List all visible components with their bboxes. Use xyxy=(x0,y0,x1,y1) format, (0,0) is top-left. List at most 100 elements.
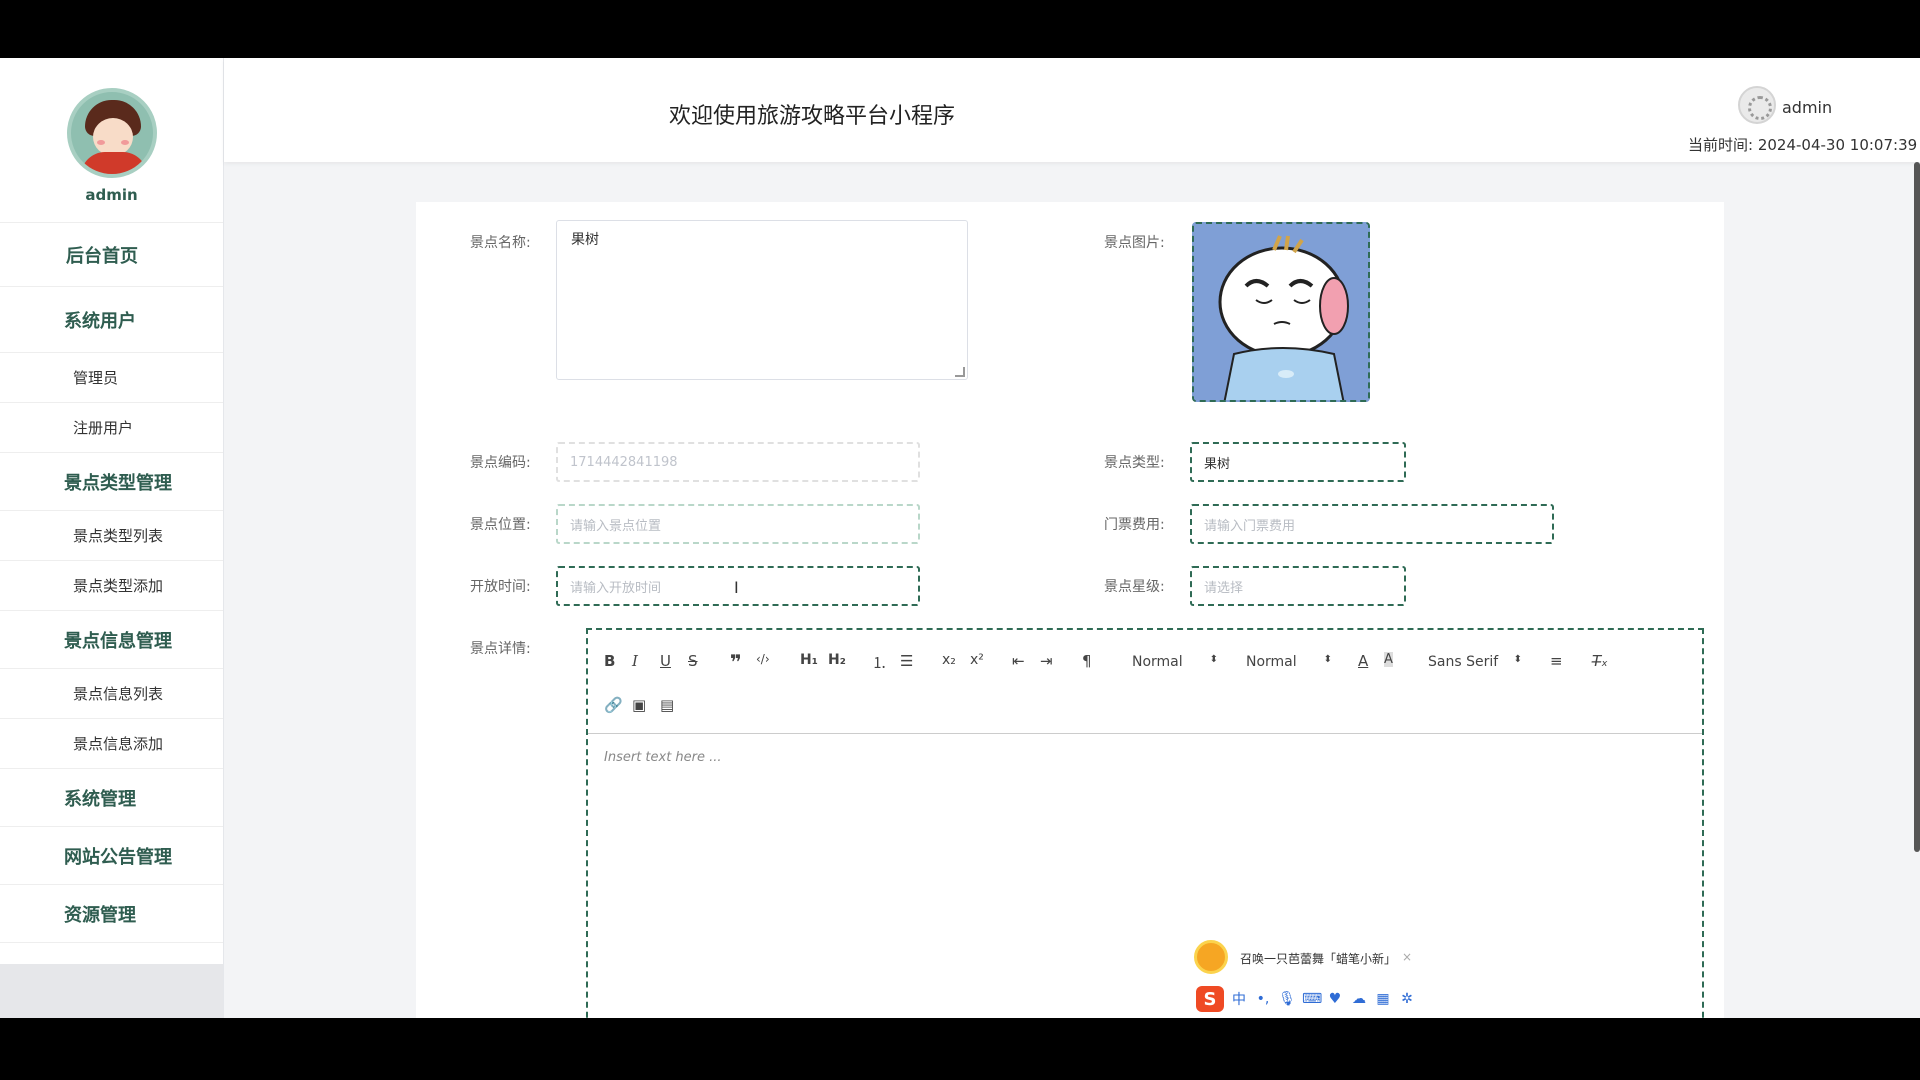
fee-placeholder: 请输入门票费用 xyxy=(1204,518,1296,534)
spot-image-upload[interactable] xyxy=(1192,222,1370,402)
ime-bubble[interactable]: 召唤一只芭蕾舞「蜡笔小新」 × xyxy=(1192,940,1412,974)
sidebar-footer xyxy=(0,964,223,1018)
sidebar-group-system-users[interactable]: 系统用户 xyxy=(0,287,223,353)
star-placeholder: 请选择 xyxy=(1204,580,1244,596)
time-value: 2024-04-30 10:07:39 xyxy=(1757,136,1918,154)
superscript-icon[interactable]: x² xyxy=(970,652,984,668)
sidebar-item-registered-users[interactable]: 注册用户 xyxy=(0,403,223,453)
font-select-value: Sans Serif xyxy=(1428,654,1499,670)
sidebar-item-admins[interactable]: 管理员 xyxy=(0,353,223,403)
opentime-placeholder: 请输入开放时间 xyxy=(570,580,662,596)
editor-toolbar: B I U S ❞ ‹/› H₁ H₂ ⒈ ☰ x₂ x² ⇤ ⇥ ¶ Norm… xyxy=(588,630,1702,734)
settings-icon[interactable]: ✲ xyxy=(1398,991,1416,1007)
page-scrollbar[interactable] xyxy=(1914,162,1920,852)
outdent-icon[interactable]: ⇤ xyxy=(1012,652,1025,670)
italic-icon[interactable]: I xyxy=(632,652,638,670)
user-avatar[interactable] xyxy=(1738,86,1776,124)
code-icon[interactable]: ‹/› xyxy=(756,652,770,666)
sidebar-item-spot-type-add[interactable]: 景点类型添加 xyxy=(0,561,223,611)
location-label: 景点位置: xyxy=(470,517,531,533)
clear-format-icon[interactable]: T̶ₓ xyxy=(1592,652,1608,670)
type-select[interactable]: 果树 xyxy=(1190,442,1406,482)
font-select[interactable]: Sans Serif ⬍ xyxy=(1428,654,1522,670)
sidebar-profile: admin xyxy=(0,58,223,223)
header-select-value: Normal xyxy=(1132,654,1183,670)
sidebar-item-spot-info-add[interactable]: 景点信息添加 xyxy=(0,719,223,769)
bold-icon[interactable]: B xyxy=(604,652,615,670)
underline-icon[interactable]: U xyxy=(660,652,671,670)
text-cursor-icon: Ι xyxy=(734,578,739,597)
cloud-icon[interactable]: ☁ xyxy=(1350,991,1368,1007)
keyboard-icon[interactable]: ⌨ xyxy=(1302,991,1322,1007)
header-select[interactable]: Normal ⬍ xyxy=(1132,654,1218,670)
time-label: 当前时间: xyxy=(1688,136,1754,154)
sidebar-item-spot-info-list[interactable]: 景点信息列表 xyxy=(0,669,223,719)
sidebar-group-spot-types[interactable]: 景点类型管理 xyxy=(0,453,223,511)
ime-mode-icon[interactable]: 中 xyxy=(1230,989,1248,1009)
align-icon[interactable]: ≡ xyxy=(1550,652,1563,670)
h2-icon[interactable]: H₂ xyxy=(828,652,846,668)
background-color-icon[interactable]: A xyxy=(1384,652,1393,667)
fee-label: 门票费用: xyxy=(1104,517,1165,533)
page-title: 欢迎使用旅游攻略平台小程序 xyxy=(669,104,956,129)
detail-label: 景点详情: xyxy=(470,641,531,657)
size-select-value: Normal xyxy=(1246,654,1297,670)
rich-text-editor[interactable]: B I U S ❞ ‹/› H₁ H₂ ⒈ ☰ x₂ x² ⇤ ⇥ ¶ Norm… xyxy=(586,628,1704,1018)
bottom-black-bar xyxy=(0,1018,1920,1080)
cartoon-image xyxy=(1194,224,1368,400)
fee-input[interactable]: 请输入门票费用 xyxy=(1190,504,1554,544)
editor-placeholder: Insert text here ... xyxy=(604,750,722,765)
ime-bubble-text: 召唤一只芭蕾舞「蜡笔小新」 xyxy=(1240,951,1397,966)
sidebar-item-notice-management[interactable]: 网站公告管理 xyxy=(0,827,223,885)
resize-grip-icon[interactable] xyxy=(955,367,965,377)
sogou-logo-icon[interactable]: S xyxy=(1196,986,1224,1012)
video-icon[interactable]: ▤ xyxy=(660,696,674,714)
sidebar-item-resource-management[interactable]: 资源管理 xyxy=(0,885,223,943)
current-time: 当前时间: 2024-04-30 10:07:39 xyxy=(1688,134,1917,155)
bullet-list-icon[interactable]: ☰ xyxy=(900,652,913,670)
apps-icon[interactable]: ▦ xyxy=(1374,991,1392,1007)
sidebar-item-system-management[interactable]: 系统管理 xyxy=(0,769,223,827)
code-label: 景点编码: xyxy=(470,455,531,471)
sidebar-item-spot-type-list[interactable]: 景点类型列表 xyxy=(0,511,223,561)
select-arrow-icon: ⬍ xyxy=(1513,654,1522,665)
skin-icon[interactable]: ♥ xyxy=(1326,991,1344,1007)
microphone-icon[interactable]: 🎙 xyxy=(1278,991,1296,1007)
page-header: 欢迎使用旅游攻略平台小程序 admin 当前时间: 2024-04-30 10:… xyxy=(224,58,1920,162)
h1-icon[interactable]: H₁ xyxy=(800,652,818,668)
star-label: 景点星级: xyxy=(1104,579,1165,595)
code-input: 1714442841198 xyxy=(556,442,920,482)
blockquote-icon[interactable]: ❞ xyxy=(730,650,742,674)
opentime-label: 开放时间: xyxy=(470,579,531,595)
ime-popup: 召唤一只芭蕾舞「蜡笔小新」 × S 中 •, 🎙 ⌨ ♥ ☁ ▦ ✲ xyxy=(1192,940,1432,1018)
ime-toolbar: S 中 •, 🎙 ⌨ ♥ ☁ ▦ ✲ xyxy=(1192,984,1418,1014)
subscript-icon[interactable]: x₂ xyxy=(942,652,956,668)
font-color-icon[interactable]: A xyxy=(1358,652,1368,670)
sun-icon xyxy=(1194,940,1228,974)
sidebar: admin 后台首页 系统用户 管理员 注册用户 景点类型管理 景点类型列表 景… xyxy=(0,58,224,1018)
strike-icon[interactable]: S xyxy=(688,652,698,670)
close-icon[interactable]: × xyxy=(1402,950,1412,964)
profile-name: admin xyxy=(85,186,138,204)
punctuation-icon[interactable]: •, xyxy=(1254,991,1272,1007)
select-arrow-icon: ⬍ xyxy=(1209,654,1218,665)
star-select[interactable]: 请选择 xyxy=(1190,566,1406,606)
avatar[interactable] xyxy=(66,88,157,178)
location-input[interactable]: 请输入景点位置 xyxy=(556,504,920,544)
select-arrow-icon: ⬍ xyxy=(1323,654,1332,665)
header-username[interactable]: admin xyxy=(1782,98,1832,117)
name-textarea[interactable]: 果树 xyxy=(556,220,968,380)
name-label: 景点名称: xyxy=(470,235,531,251)
sidebar-item-home[interactable]: 后台首页 xyxy=(0,223,223,287)
form-card: 景点名称: 果树 景点图片: 景点编码: 1714442841198 景点类型:… xyxy=(416,202,1724,1018)
indent-icon[interactable]: ⇥ xyxy=(1040,652,1053,670)
name-value: 果树 xyxy=(571,232,599,248)
text-direction-icon[interactable]: ¶ xyxy=(1082,652,1092,670)
image-label: 景点图片: xyxy=(1104,235,1165,251)
link-icon[interactable]: 🔗 xyxy=(604,696,623,714)
sidebar-group-spot-info[interactable]: 景点信息管理 xyxy=(0,611,223,669)
type-label: 景点类型: xyxy=(1104,455,1165,471)
image-icon[interactable]: ▣ xyxy=(632,696,646,714)
size-select[interactable]: Normal ⬍ xyxy=(1246,654,1332,670)
ordered-list-icon[interactable]: ⒈ xyxy=(872,652,887,673)
